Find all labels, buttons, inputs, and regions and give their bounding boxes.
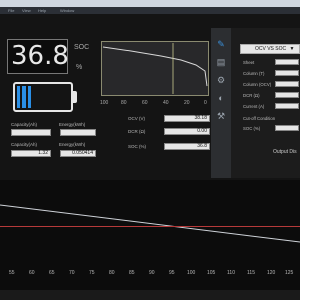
trend-tick: 70	[69, 270, 75, 276]
menu-file[interactable]: File	[8, 7, 14, 14]
trend-line	[0, 204, 300, 243]
plot-tick: 40	[163, 100, 169, 106]
param-field-soc[interactable]	[275, 125, 299, 131]
param-field-column-t[interactable]	[275, 70, 299, 76]
energy-label-1: Energy(kWh)	[59, 122, 86, 127]
status-bar	[0, 290, 300, 300]
tool-sidebar: ✎ ▤ ⚙ ◐ ⚒	[211, 28, 231, 178]
trend-tick: 100	[187, 270, 196, 276]
menu-bar: File View Help Window	[0, 7, 300, 14]
trend-tick: 90	[149, 270, 155, 276]
trend-tick: 80	[109, 270, 115, 276]
param-label-soc: SOC (%)	[243, 126, 261, 131]
battery-cell	[27, 86, 31, 108]
output-label: Output Dis	[273, 149, 297, 155]
param-label-column-t: Column (T)	[243, 71, 265, 76]
capacity-field-2[interactable]: 1.32	[11, 150, 51, 157]
soc-unit: %	[76, 64, 83, 71]
chart-icon[interactable]: ✎	[215, 38, 227, 50]
param-label-current: Current (A)	[243, 104, 265, 109]
energy-field-2[interactable]: 0.050414	[60, 150, 96, 157]
param-label-cutoff: Cut-off Condition	[243, 116, 276, 121]
title-bar	[0, 0, 300, 7]
param-field-dcr[interactable]	[275, 92, 299, 98]
plot-tick: 80	[121, 100, 127, 106]
param-label-column-ocv: Column (OCV)	[243, 82, 272, 87]
table-icon[interactable]: ▤	[215, 56, 227, 68]
soc-label: SOC	[74, 44, 90, 51]
trend-tick: 85	[129, 270, 135, 276]
energy-field-1[interactable]	[60, 129, 96, 136]
plot-tick: 100	[100, 100, 109, 106]
trend-tick: 55	[9, 270, 15, 276]
curve-type-value: OCV VS SOC	[255, 46, 287, 52]
energy-label-2: Energy(kWh)	[59, 142, 86, 147]
app-window: File View Help Window 36.8 SOC % Capacit…	[0, 0, 300, 300]
limit-line	[0, 226, 300, 227]
trend-tick: 60	[29, 270, 35, 276]
trend-tick: 95	[169, 270, 175, 276]
tools-icon[interactable]: ⚒	[215, 110, 227, 122]
ocv-curve-line	[102, 46, 208, 87]
param-label-sheet: Sheet	[243, 60, 255, 65]
ocv-label: OCV (V)	[128, 116, 146, 121]
capacity-label-2: Capacity(Ah)	[11, 142, 38, 147]
menu-window[interactable]: Window	[60, 7, 74, 14]
settings-icon[interactable]: ⚙	[215, 74, 227, 86]
soc-readout-label: SOC (%)	[128, 144, 146, 149]
param-field-current[interactable]	[275, 103, 299, 109]
trend-tick: 110	[227, 270, 235, 276]
param-field-column-ocv[interactable]	[275, 81, 299, 87]
param-field-sheet[interactable]	[275, 59, 299, 65]
battery-cell	[17, 86, 21, 108]
plot-tick: 20	[184, 100, 190, 106]
ocv-soc-curve	[102, 43, 208, 94]
trend-tick: 75	[89, 270, 95, 276]
dcr-field[interactable]: 0.00	[164, 128, 210, 135]
chevron-down-icon: ▼	[289, 46, 295, 52]
battery-cell	[22, 86, 26, 108]
trend-tick: 105	[207, 270, 216, 276]
info-icon[interactable]: ◐	[215, 92, 227, 104]
trend-tick: 65	[49, 270, 55, 276]
trend-tick: 125	[285, 270, 294, 276]
plot-tick: 60	[142, 100, 148, 106]
battery-level	[17, 86, 31, 108]
menu-help[interactable]: Help	[38, 7, 46, 14]
battery-tip	[73, 91, 77, 103]
soc-value: 36.8	[11, 41, 69, 71]
curve-type-select[interactable]: OCV VS SOC ▼	[240, 44, 300, 54]
soc-field[interactable]: 36.8	[164, 143, 210, 150]
plot-tick: 0	[204, 100, 207, 106]
ocv-field[interactable]: 38.18	[164, 115, 210, 122]
trend-tick: 115	[247, 270, 255, 276]
capacity-label-1: Capacity(Ah)	[11, 122, 38, 127]
trend-tick: 120	[267, 270, 276, 276]
menu-view[interactable]: View	[22, 7, 31, 14]
dcr-label: DCR (Ω)	[128, 129, 146, 134]
capacity-field-1[interactable]	[11, 129, 51, 136]
param-label-dcr: DCR (Ω)	[243, 93, 260, 98]
